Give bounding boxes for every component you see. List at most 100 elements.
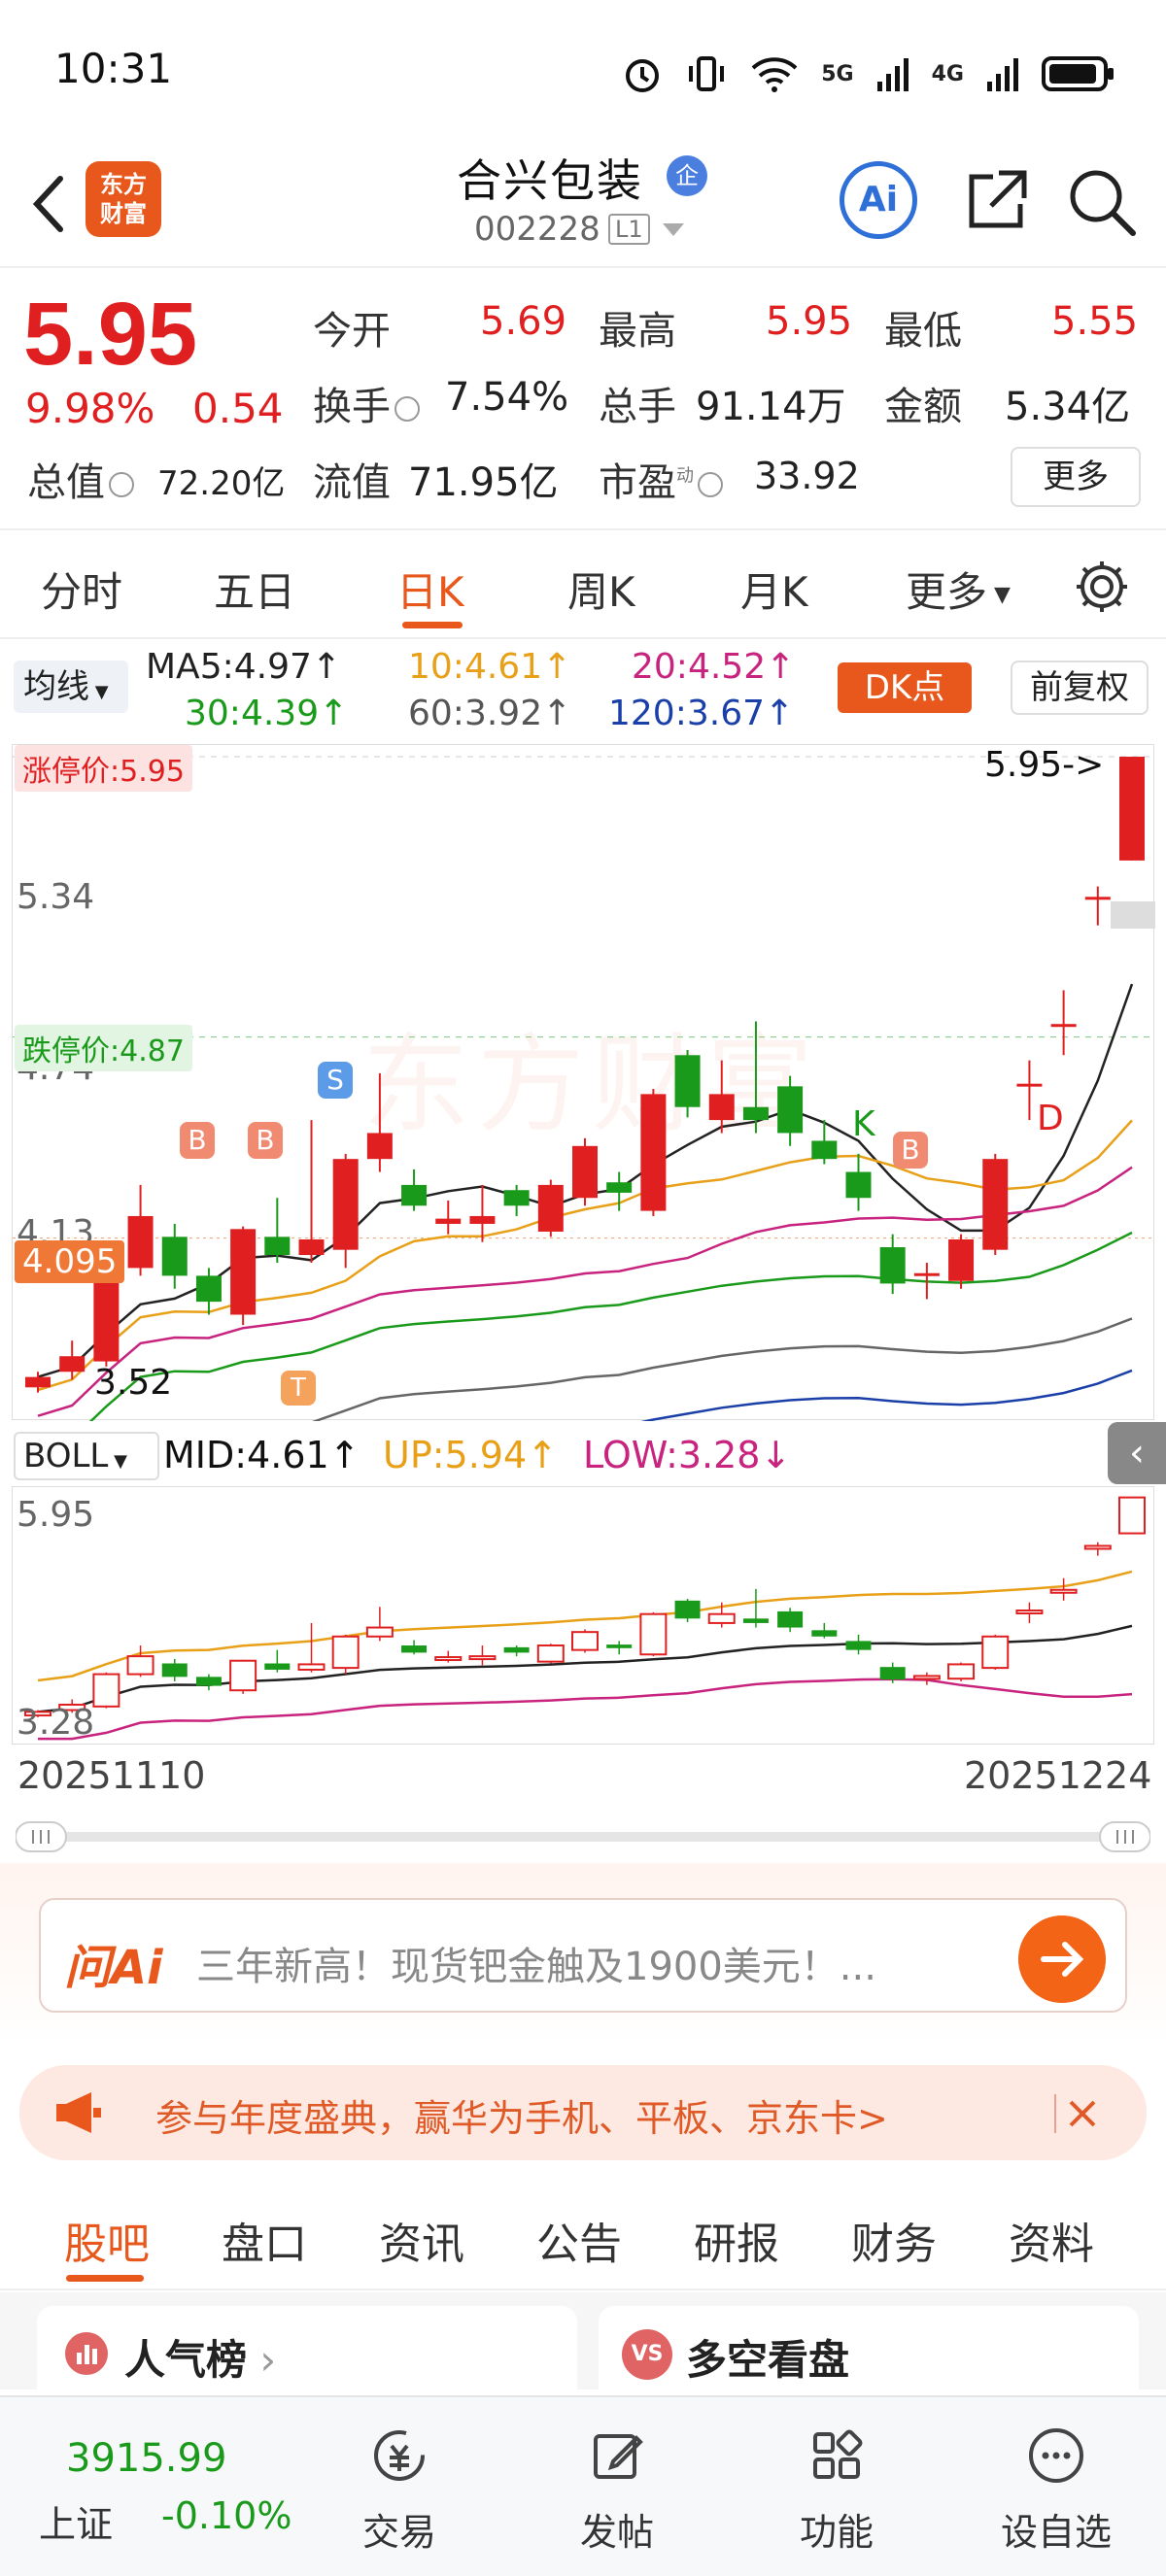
grid-icon — [813, 2429, 863, 2479]
megaphone-icon — [56, 2092, 101, 2133]
boll-candle-body — [912, 1675, 941, 1680]
last-price: 5.95 — [23, 285, 198, 384]
candle-body — [1084, 897, 1111, 900]
caret-down-icon: ▼ — [108, 1451, 127, 1472]
ma120-value: 120:3.67↑ — [608, 694, 795, 733]
float-cap-label: 流值 — [313, 460, 391, 505]
collapse-panel-button[interactable]: ‹ — [1108, 1422, 1166, 1484]
quote-panel: 5.95 9.98% 0.54 今开 5.69 最高 5.95 最低 5.55 … — [0, 270, 1166, 530]
share-icon[interactable] — [958, 161, 1036, 239]
enterprise-badge: 企 — [667, 155, 707, 196]
stock-name: 合兴包装 — [457, 154, 643, 207]
candle-body — [469, 1215, 496, 1224]
ma-selector[interactable]: 均线 ▼ — [14, 661, 128, 713]
ai-question-text: 三年新高！现货钯金触及1900美元！... — [196, 1945, 876, 1989]
ai-question-band: 问Ai 三年新高！现货钯金触及1900美元！... — [0, 1863, 1166, 2046]
chevron-left-icon: ‹ — [1129, 1431, 1145, 1475]
tab-weekly-k[interactable]: 周K — [567, 559, 635, 619]
sell-signal-marker[interactable]: S — [318, 1062, 353, 1099]
chevron-right-icon: › — [247, 2336, 277, 2384]
nav-post[interactable]: 发帖 — [525, 2397, 709, 2576]
candle-body — [401, 1184, 428, 1206]
candle-body — [777, 1086, 804, 1134]
boll-candle-body — [1049, 1588, 1078, 1594]
ma10-value: 10:4.61↑ — [408, 647, 572, 687]
info-icon[interactable] — [394, 396, 420, 422]
boll-mid: MID:4.61↑ — [163, 1434, 360, 1476]
boll-chart[interactable]: 5.95 3.28 — [12, 1486, 1154, 1745]
boll-candle-body — [639, 1612, 668, 1656]
market-cap-value: 72.20亿 — [157, 464, 286, 503]
tab-five-day[interactable]: 五日 — [214, 559, 295, 619]
app-logo[interactable]: 东方 财富 — [86, 161, 161, 237]
popularity-card[interactable]: 人气榜 › — [37, 2306, 577, 2403]
chart-scrollbar[interactable] — [16, 1820, 1150, 1853]
nav-watchlist[interactable]: 设自选 — [964, 2397, 1149, 2576]
tab-announcements[interactable]: 公告 — [536, 2209, 622, 2271]
back-icon[interactable] — [25, 165, 74, 243]
tab-guba[interactable]: 股吧 — [64, 2209, 150, 2271]
tab-intraday[interactable]: 分时 — [41, 559, 122, 619]
buy-signal-marker[interactable]: B — [180, 1122, 215, 1159]
close-icon[interactable] — [1053, 2086, 1108, 2141]
nav-watchlist-label: 设自选 — [1000, 2511, 1112, 2554]
tab-order-book[interactable]: 盘口 — [222, 2209, 307, 2271]
axis-label: 5.34 — [17, 877, 95, 917]
more-quote-button[interactable]: 更多 — [1011, 447, 1141, 507]
edit-icon — [594, 2434, 643, 2479]
tab-monthly-k[interactable]: 月K — [740, 559, 808, 619]
tab-daily-k[interactable]: 日K — [396, 559, 464, 619]
candle-body — [366, 1133, 393, 1160]
boll-candle-body — [879, 1667, 906, 1680]
nav-trade[interactable]: 交易 — [307, 2397, 492, 2576]
chevron-down-icon[interactable] — [663, 223, 684, 236]
active-tab-indicator — [66, 2275, 144, 2282]
tab-finance[interactable]: 财务 — [851, 2209, 937, 2271]
dk-points-button[interactable]: DK点 — [838, 662, 972, 713]
boll-candle-body — [811, 1630, 838, 1637]
promo-banner[interactable]: 参与年度盛典，赢华为手机、平板、京东卡> — [19, 2065, 1147, 2160]
kline-chart[interactable]: 东方财富 5.34 4.74 4.13 涨停价:5.95 跌停价:4.87 4.… — [12, 744, 1155, 1421]
arrow-right-icon[interactable] — [1018, 1915, 1106, 2003]
stock-header: 东方 财富 合兴包装 企 002228 L1 Ai — [0, 146, 1166, 268]
tab-more[interactable]: 更多 ▼ — [906, 559, 1011, 619]
candle-body — [640, 1094, 667, 1211]
wifi-icon — [751, 57, 798, 92]
buy-signal-marker[interactable]: B — [248, 1122, 283, 1159]
candle-body — [811, 1140, 838, 1160]
t-signal-marker[interactable]: T — [281, 1371, 316, 1406]
adjust-mode-button[interactable]: 前复权 — [1011, 661, 1149, 715]
index-ticker[interactable]: 3915.99 上证 -0.10% — [19, 2397, 311, 2576]
boll-candle-body — [161, 1663, 188, 1678]
boll-candle-body — [331, 1635, 360, 1670]
info-icon[interactable] — [109, 472, 134, 497]
status-time: 10:31 — [54, 45, 173, 92]
tab-profile[interactable]: 资料 — [1009, 2209, 1094, 2271]
signal-icon-2 — [987, 58, 1018, 91]
ai-question-input[interactable]: 问Ai 三年新高！现货钯金触及1900美元！... — [39, 1898, 1127, 2013]
nav-functions[interactable]: 功能 — [744, 2397, 929, 2576]
change-percent: 9.98% — [25, 385, 155, 432]
turnover-label-text: 换手 — [313, 385, 391, 429]
indicator-selector[interactable]: BOLL ▼ — [14, 1432, 159, 1480]
ai-assistant-button[interactable]: Ai — [840, 161, 917, 239]
boll-svg — [24, 1496, 1146, 1741]
buy-signal-marker[interactable]: B — [893, 1132, 928, 1169]
more-dots-icon — [1029, 2428, 1083, 2483]
level-tag[interactable]: L1 — [608, 214, 650, 245]
boll-candle-body — [674, 1600, 701, 1619]
gear-icon[interactable] — [1073, 558, 1131, 616]
candle-body — [1050, 1024, 1077, 1028]
long-short-card[interactable]: VS 多空看盘 — [599, 2306, 1139, 2403]
candle-body — [708, 1094, 735, 1121]
info-icon[interactable] — [698, 472, 723, 497]
market-cap-label: 总值 — [27, 451, 138, 507]
long-short-title: 多空看盘 — [686, 2336, 850, 2384]
tab-research[interactable]: 研报 — [694, 2209, 779, 2271]
candle-body — [127, 1215, 154, 1269]
candle-body — [879, 1247, 906, 1284]
search-icon[interactable] — [1063, 163, 1141, 241]
pe-label: 市盈动 — [599, 451, 727, 507]
tab-news[interactable]: 资讯 — [379, 2209, 464, 2271]
candle-body — [606, 1182, 633, 1193]
